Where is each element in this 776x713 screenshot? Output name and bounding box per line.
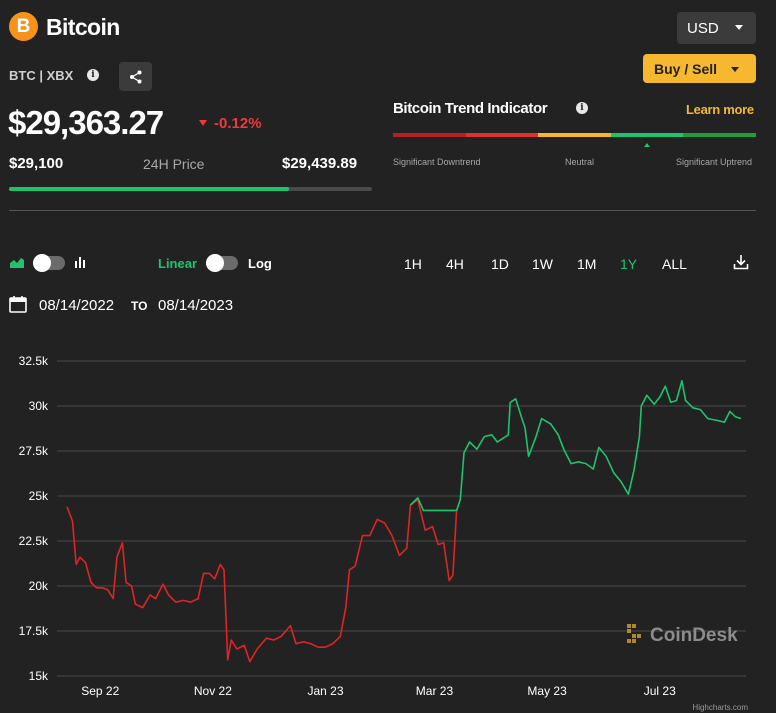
trend-segment (610, 133, 684, 137)
area-chart-icon[interactable] (10, 256, 24, 268)
price-series-line-1 (409, 379, 742, 512)
x-tick-label: Sep 22 (81, 684, 119, 698)
range-button-all[interactable]: ALL (662, 256, 687, 272)
range-button-1h[interactable]: 1H (404, 256, 422, 272)
range-button-4h[interactable]: 4H (446, 256, 464, 272)
info-icon[interactable]: i (87, 69, 99, 81)
learn-more-link[interactable]: Learn more (686, 102, 754, 117)
price-chart[interactable]: 15k 17.5k 20k 22.5k 25k 27.5k 30k 32.5k Sep 22 No… (0, 340, 776, 713)
toggle-knob (33, 254, 51, 272)
y-tick-label: 32.5k (19, 354, 49, 368)
y-tick-label: 17.5k (19, 624, 49, 638)
x-tick-label: Jan 23 (308, 684, 344, 698)
down-arrow-icon (199, 120, 207, 126)
trend-segment (538, 133, 611, 137)
y-tick-label: 22.5k (19, 534, 49, 548)
log-scale-label[interactable]: Log (248, 256, 272, 271)
info-icon[interactable]: i (576, 102, 588, 114)
section-divider (9, 210, 756, 211)
chevron-down-icon (735, 25, 743, 30)
range-label: 24H Price (143, 156, 205, 172)
trend-label-neutral: Neutral (565, 157, 595, 167)
price-low: $29,100 (9, 155, 64, 172)
x-tick-label: Nov 22 (194, 684, 232, 698)
price-change: -0.12% (214, 115, 262, 132)
date-from[interactable]: 08/14/2022 (39, 297, 114, 314)
buy-sell-button[interactable]: Buy / Sell (643, 54, 756, 83)
trend-label-uptrend: Significant Uptrend (676, 157, 753, 167)
coin-name: Bitcoin (46, 14, 120, 40)
currency-select[interactable]: USD (677, 12, 756, 44)
chart-type-toggle[interactable] (33, 254, 65, 272)
trend-bar (393, 133, 756, 137)
watermark-text: CoinDesk (650, 625, 738, 646)
chart-credit: Highcharts.com (692, 703, 748, 712)
scale-toggle[interactable] (206, 254, 238, 272)
range-button-1y[interactable]: 1Y (620, 256, 637, 272)
price-range-fill (9, 187, 289, 191)
currency-label: USD (687, 19, 719, 37)
y-tick-label: 15k (29, 669, 49, 683)
trend-indicator-title: Bitcoin Trend Indicator (393, 100, 548, 117)
y-tick-label: 20k (29, 579, 49, 593)
ticker-symbol: BTC | XBX (9, 68, 74, 83)
x-tick-label: Mar 23 (416, 684, 454, 698)
range-button-1d[interactable]: 1D (491, 256, 509, 272)
calendar-icon[interactable] (9, 295, 27, 313)
download-icon[interactable] (733, 254, 749, 270)
price-series-line-0 (66, 498, 458, 663)
bitcoin-logo-icon: B (9, 12, 38, 41)
range-button-1m[interactable]: 1M (577, 256, 596, 272)
bar-chart-icon[interactable] (75, 256, 88, 268)
trend-segment (683, 133, 756, 137)
share-icon (129, 70, 141, 83)
buy-sell-label: Buy / Sell (654, 60, 718, 77)
range-button-1w[interactable]: 1W (532, 256, 553, 272)
y-tick-label: 27.5k (19, 444, 49, 458)
trend-segment (393, 133, 466, 137)
x-tick-label: Jul 23 (644, 684, 676, 698)
date-to-label: TO (131, 299, 148, 313)
linear-scale-label[interactable]: Linear (158, 256, 197, 271)
x-tick-label: May 23 (527, 684, 567, 698)
coindesk-watermark-icon (627, 624, 641, 643)
trend-segment (465, 133, 539, 137)
price-range-track (9, 187, 372, 191)
trend-marker (644, 143, 651, 147)
current-price: $29,363.27 (8, 104, 164, 141)
y-tick-label: 30k (29, 399, 49, 413)
y-tick-label: 25k (29, 489, 49, 503)
date-to[interactable]: 08/14/2023 (158, 297, 233, 314)
toggle-knob (206, 254, 224, 272)
trend-label-downtrend: Significant Downtrend (393, 157, 481, 167)
chevron-down-icon (731, 67, 739, 72)
bitcoin-logo-symbol: B (16, 15, 31, 37)
price-high: $29,439.89 (282, 155, 358, 172)
share-button[interactable] (119, 62, 152, 91)
